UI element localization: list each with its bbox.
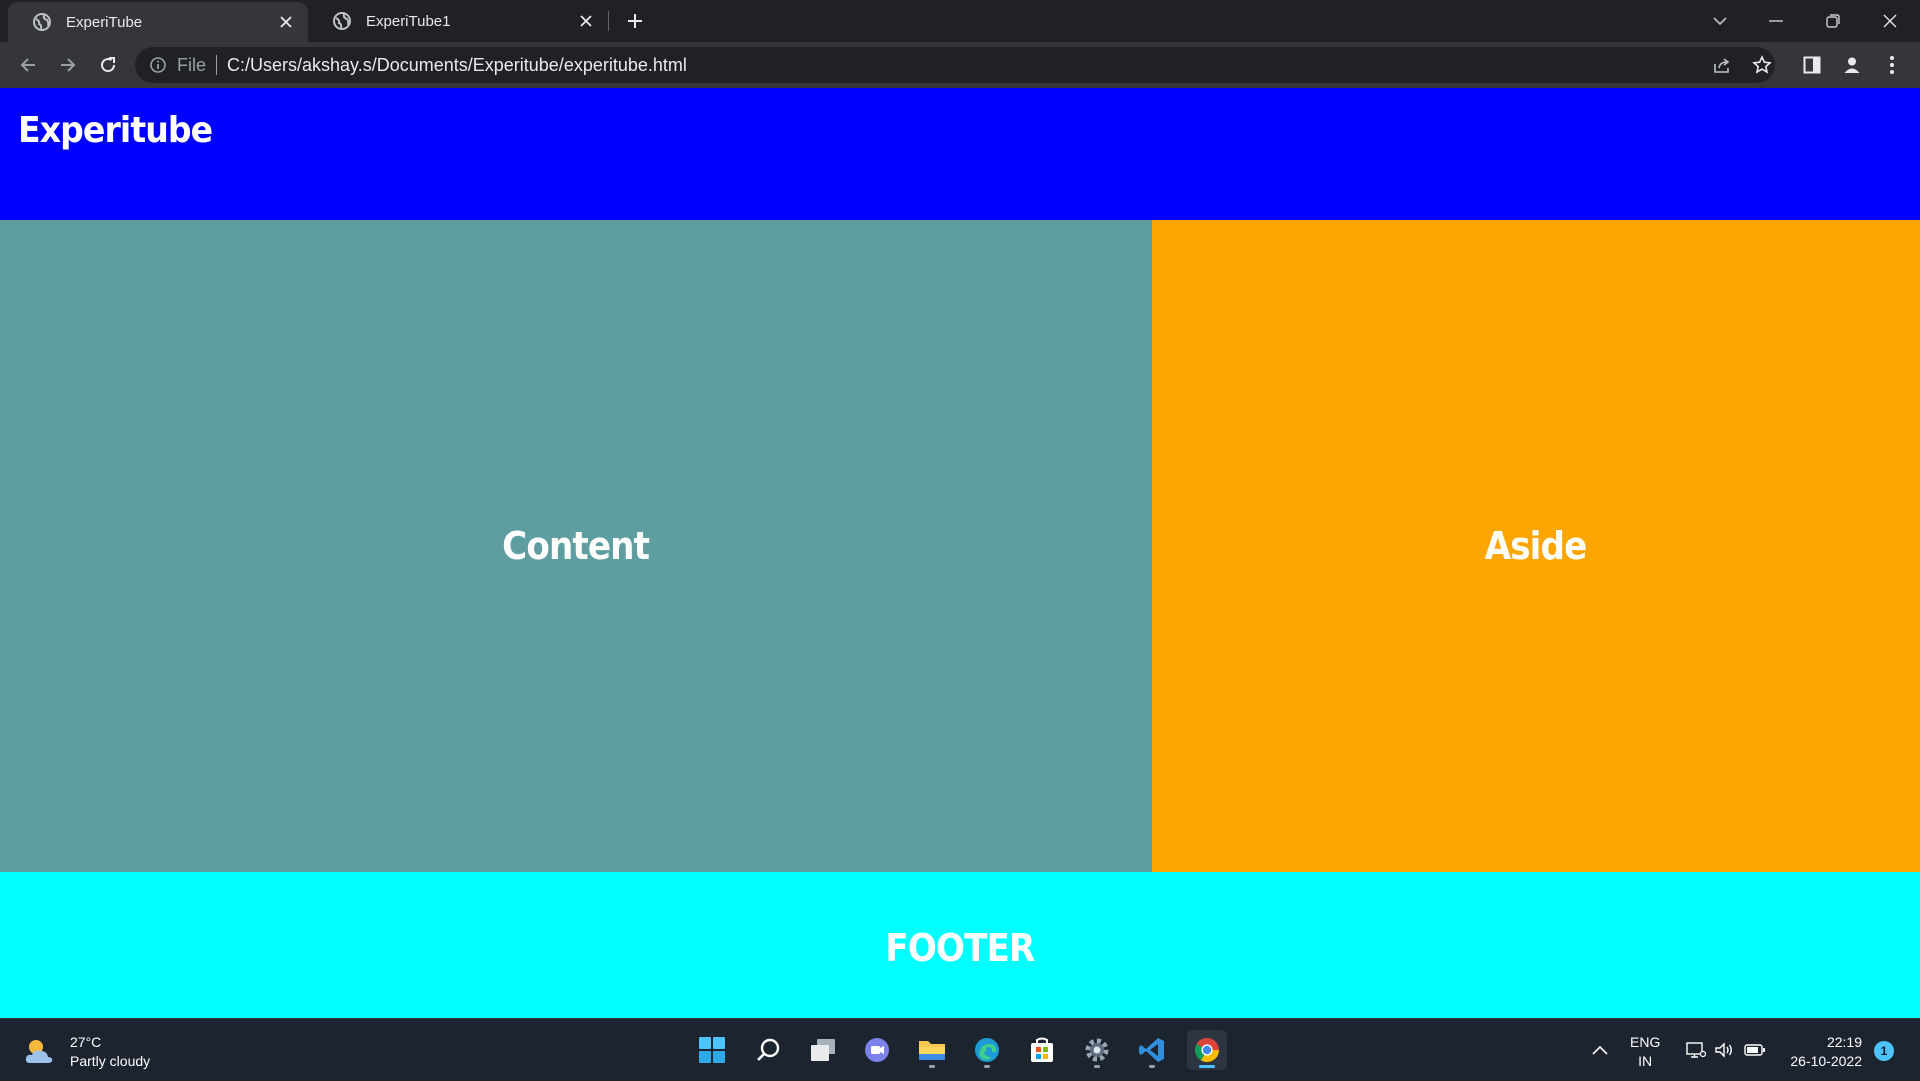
scheme-label: File	[177, 54, 207, 75]
forward-button[interactable]	[52, 49, 84, 81]
restore-button[interactable]	[1805, 0, 1861, 42]
partly-cloudy-icon	[22, 1035, 56, 1069]
task-view-button[interactable]	[803, 1030, 843, 1070]
weather-condition: Partly cloudy	[70, 1053, 151, 1069]
volume-button[interactable]	[1714, 1019, 1734, 1081]
clock-time: 22:19	[1826, 1034, 1862, 1050]
minimize-icon	[1769, 20, 1783, 22]
battery-button[interactable]	[1744, 1019, 1766, 1081]
bookmark-button[interactable]	[1748, 51, 1776, 79]
close-icon[interactable]	[574, 9, 598, 33]
tab-divider	[608, 11, 609, 31]
chrome-icon	[1194, 1038, 1219, 1063]
system-clock[interactable]: 22:19 26-10-2022	[1770, 1033, 1862, 1071]
back-button[interactable]	[12, 49, 44, 81]
chevron-down-icon	[1713, 17, 1727, 26]
close-icon	[1883, 14, 1897, 28]
search-button[interactable]	[748, 1030, 788, 1070]
chrome-button[interactable]	[1187, 1030, 1227, 1070]
notification-badge[interactable]: 1	[1874, 1041, 1894, 1061]
site-header: Experitube	[0, 88, 1920, 220]
divider	[216, 55, 218, 75]
new-tab-button[interactable]	[620, 6, 650, 36]
edge-icon	[975, 1038, 999, 1062]
running-indicator	[1149, 1065, 1155, 1068]
reload-button[interactable]	[92, 49, 124, 81]
vscode-button[interactable]	[1132, 1030, 1172, 1070]
aside-label: Aside	[1485, 524, 1588, 568]
tab-title: ExperiTube	[66, 13, 143, 31]
tab-search-button[interactable]	[1692, 0, 1748, 42]
menu-button[interactable]	[1878, 51, 1906, 79]
arrow-left-icon	[20, 58, 35, 72]
file-explorer-icon	[919, 1041, 945, 1060]
browser-toolbar: File C:/Users/akshay.s/Documents/Experit…	[0, 42, 1920, 88]
restore-icon	[1826, 14, 1840, 28]
network-icon	[1686, 1042, 1706, 1058]
teams-chat-button[interactable]	[857, 1030, 897, 1070]
vscode-icon	[1139, 1038, 1164, 1062]
footer-label: FOOTER	[885, 926, 1035, 970]
running-indicator	[929, 1065, 935, 1068]
settings-button[interactable]	[1077, 1030, 1117, 1070]
globe-icon	[332, 11, 352, 31]
windows-start-icon	[699, 1037, 725, 1063]
chevron-up-icon	[1592, 1045, 1608, 1055]
store-icon	[1031, 1037, 1053, 1062]
store-button[interactable]	[1022, 1030, 1062, 1070]
windows-taskbar: 27°C Partly cloudy ENG IN 22:19 26-10-20…	[0, 1018, 1920, 1080]
weather-temp: 27°C	[70, 1034, 102, 1050]
globe-icon	[32, 12, 52, 32]
profile-icon	[1844, 57, 1860, 73]
search-icon	[757, 1038, 780, 1061]
aside-section: Aside	[1152, 220, 1920, 872]
close-window-button[interactable]	[1862, 0, 1918, 42]
file-explorer-button[interactable]	[912, 1030, 952, 1070]
star-icon	[1752, 55, 1772, 74]
side-panel-button[interactable]	[1798, 51, 1826, 79]
kebab-menu-icon	[1890, 56, 1894, 74]
language-indicator[interactable]: ENG IN	[1630, 1033, 1660, 1071]
address-bar[interactable]: File C:/Users/akshay.s/Documents/Experit…	[135, 47, 1775, 83]
show-hidden-icons-button[interactable]	[1592, 1019, 1608, 1081]
tab-experitube1[interactable]: ExperiTube1	[308, 0, 608, 42]
running-indicator	[984, 1065, 990, 1068]
page-viewport: Experitube Content Aside FOOTER	[0, 88, 1920, 1018]
edge-button[interactable]	[967, 1030, 1007, 1070]
windows-start-button[interactable]	[692, 1030, 732, 1070]
region-code: IN	[1638, 1053, 1653, 1069]
gear-icon	[1085, 1038, 1109, 1062]
tab-experitube[interactable]: ExperiTube	[8, 2, 308, 42]
tab-title: ExperiTube1	[366, 12, 451, 30]
clock-date: 26-10-2022	[1790, 1053, 1862, 1069]
share-icon	[1714, 58, 1730, 73]
arrow-right-icon	[61, 58, 76, 72]
content-section: Content	[0, 220, 1152, 872]
plus-icon	[628, 14, 642, 28]
url-text[interactable]: C:/Users/akshay.s/Documents/Experitube/e…	[227, 55, 687, 76]
battery-icon	[1744, 1044, 1765, 1056]
side-panel-icon	[1803, 56, 1821, 74]
site-title: Experitube	[18, 110, 213, 151]
browser-tabstrip: ExperiTube ExperiTube1	[0, 0, 1920, 42]
reload-icon	[101, 57, 116, 73]
share-button[interactable]	[1708, 51, 1736, 79]
weather-widget[interactable]: 27°C Partly cloudy	[22, 1033, 150, 1071]
network-button[interactable]	[1686, 1019, 1706, 1081]
task-view-icon	[811, 1039, 835, 1061]
content-label: Content	[502, 524, 651, 568]
lang-code: ENG	[1630, 1034, 1661, 1050]
info-icon[interactable]	[149, 56, 167, 74]
profile-button[interactable]	[1838, 51, 1866, 79]
running-indicator	[1094, 1065, 1100, 1068]
volume-icon	[1715, 1042, 1732, 1058]
minimize-button[interactable]	[1748, 0, 1804, 42]
close-icon[interactable]	[274, 10, 298, 34]
teams-chat-icon	[865, 1038, 889, 1062]
footer-section: FOOTER	[0, 872, 1920, 1018]
active-indicator	[1199, 1065, 1215, 1068]
